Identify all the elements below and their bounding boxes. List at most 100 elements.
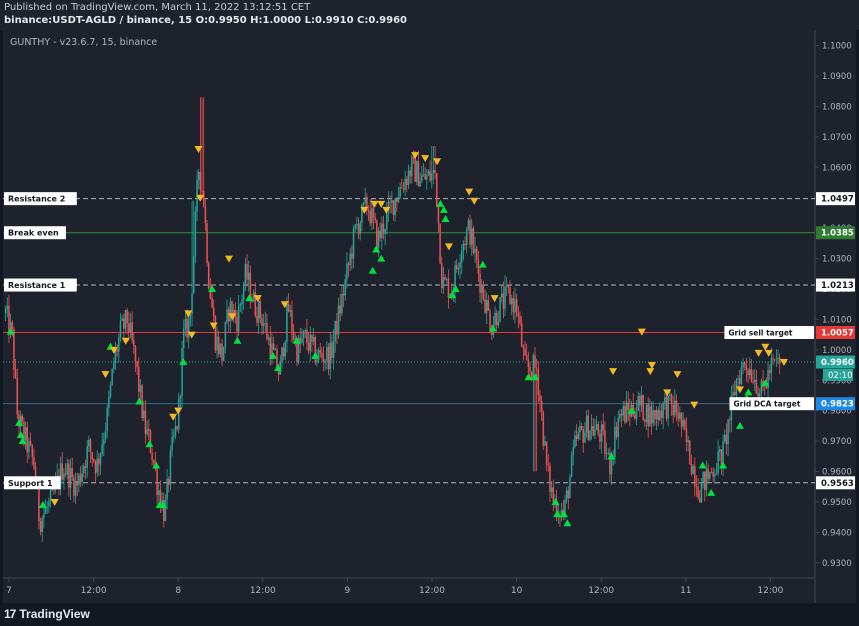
- candle-body: [207, 263, 210, 289]
- candle-body: [197, 171, 200, 181]
- candle-body: [437, 206, 440, 224]
- header-bar: Published on TradingView.com, March 11, …: [0, 0, 859, 30]
- candle-body: [24, 427, 27, 441]
- candle-body: [83, 466, 85, 474]
- candle-body: [579, 426, 581, 433]
- candle-body: [665, 396, 668, 419]
- candle-body: [755, 379, 758, 394]
- chart-panel[interactable]: 1.10001.09001.08001.07001.06001.05001.04…: [3, 30, 856, 603]
- candle-body: [763, 386, 766, 388]
- candle-body: [79, 474, 82, 482]
- candle-body: [199, 171, 202, 191]
- candle-body: [138, 367, 140, 392]
- candle-body: [367, 210, 370, 212]
- candle-body: [727, 419, 729, 445]
- candle-body: [386, 211, 388, 230]
- candle-body: [605, 453, 608, 455]
- x-tick-label: 12:00: [757, 586, 783, 596]
- candle-body: [116, 349, 118, 352]
- candle-body: [168, 478, 170, 485]
- candle-body: [73, 477, 75, 496]
- candle-body: [474, 248, 476, 253]
- candle-body: [602, 424, 604, 431]
- candle-body: [74, 480, 77, 496]
- candle-body: [153, 459, 155, 463]
- candle-body: [266, 323, 268, 340]
- x-tick-label: 9: [345, 586, 351, 596]
- candle-body: [507, 286, 510, 288]
- candle-body: [479, 273, 481, 293]
- candle-body: [391, 200, 393, 203]
- candle-body: [354, 224, 356, 229]
- candle-body: [739, 378, 741, 385]
- published-info: Published on TradingView.com, March 11, …: [4, 2, 311, 13]
- candle-body: [66, 463, 68, 475]
- candle-body: [650, 406, 653, 424]
- tradingview-logo[interactable]: 17 TradingView: [4, 607, 90, 621]
- chart-background: [3, 30, 856, 603]
- candle-body: [669, 393, 671, 396]
- candle-body: [31, 445, 34, 457]
- candle-body: [98, 458, 100, 465]
- price-label-text: 1.0213: [821, 281, 854, 291]
- candle-body: [567, 490, 570, 499]
- candle-body: [467, 220, 470, 230]
- candle-body: [714, 474, 716, 477]
- indicator-label: GUNTHY - v23.6.7, 15, binance: [10, 37, 157, 48]
- tradingview-brand-text: TradingView: [19, 607, 90, 621]
- candle-body: [86, 446, 88, 468]
- candle-body: [242, 286, 245, 300]
- candle-body: [171, 436, 173, 451]
- price-label-text: 1.0385: [821, 229, 854, 239]
- candle-body: [737, 378, 739, 380]
- candle-body: [81, 473, 83, 482]
- candle-body: [732, 392, 734, 396]
- candle-body: [88, 439, 90, 447]
- candle-body: [434, 170, 436, 174]
- candle-body: [677, 412, 679, 419]
- candle-body: [624, 406, 626, 423]
- y-tick-label: 1.1000: [822, 42, 852, 52]
- candlestick-chart[interactable]: 1.10001.09001.08001.07001.06001.05001.04…: [3, 30, 856, 603]
- candle-body: [344, 279, 346, 296]
- candle-body: [96, 458, 98, 473]
- candle-body: [659, 410, 661, 420]
- candle-body: [324, 360, 326, 363]
- candle-body: [108, 396, 110, 408]
- candle-body: [129, 322, 132, 333]
- candle-body: [221, 343, 223, 361]
- candle-body: [674, 400, 676, 416]
- candle-body: [456, 265, 458, 270]
- candle-body: [342, 293, 345, 296]
- candle-body: [436, 173, 438, 207]
- candle-body: [734, 392, 736, 396]
- candle-body: [753, 379, 756, 383]
- candle-body: [720, 449, 723, 466]
- candle-body: [307, 342, 310, 351]
- candle-body: [336, 320, 338, 335]
- candle-body: [517, 312, 520, 317]
- x-tick-label: 8: [175, 586, 181, 596]
- candle-body: [16, 377, 19, 415]
- candle-body: [537, 368, 540, 395]
- candle-body: [164, 499, 167, 521]
- candle-body: [356, 223, 358, 225]
- candle-body: [11, 322, 14, 330]
- candle-body: [339, 305, 341, 314]
- candle-body: [494, 312, 496, 326]
- candle-body: [652, 410, 654, 424]
- candle-body: [577, 432, 580, 439]
- candle-body: [460, 251, 463, 263]
- candle-body: [414, 157, 416, 182]
- candle-body: [637, 395, 639, 411]
- candle-body: [41, 518, 43, 533]
- candle-body: [442, 277, 445, 289]
- candle-body: [352, 228, 355, 259]
- candle-body: [229, 301, 232, 322]
- candle-body: [182, 328, 185, 349]
- candle-body: [241, 299, 243, 305]
- candle-body: [14, 369, 17, 378]
- candle-body: [427, 170, 430, 176]
- candle-body: [542, 412, 545, 446]
- candle-body: [267, 337, 270, 340]
